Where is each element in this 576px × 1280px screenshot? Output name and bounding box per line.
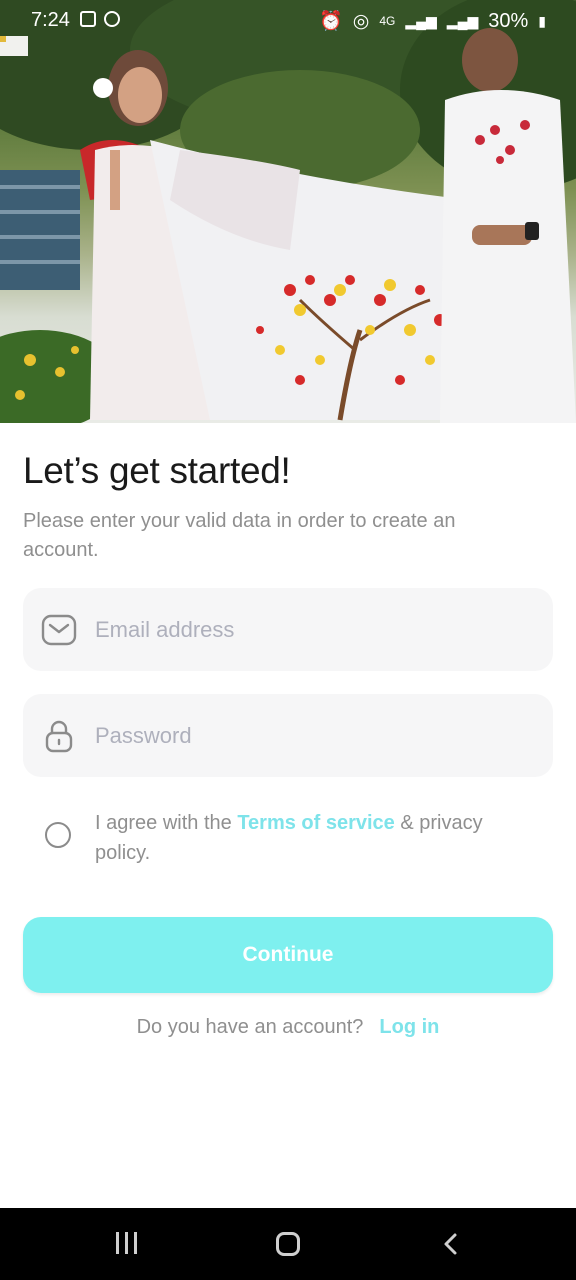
- password-input[interactable]: [95, 694, 535, 777]
- download-icon: [104, 11, 120, 27]
- email-field[interactable]: [23, 588, 553, 671]
- gallery-icon: [80, 11, 96, 27]
- status-bar: 7:24 ⏰ ◎ 4G ▂▄▆ ▂▄▆ 30% ▮: [0, 0, 576, 40]
- battery-level: 30%: [488, 9, 529, 32]
- password-field[interactable]: [23, 694, 553, 777]
- continue-button[interactable]: Continue: [23, 917, 553, 993]
- home-icon[interactable]: [276, 1232, 300, 1256]
- back-icon[interactable]: [440, 1232, 464, 1256]
- agree-text: I agree with the Terms of service & priv…: [95, 808, 535, 868]
- hero-image: 7:24 ⏰ ◎ 4G ▂▄▆ ▂▄▆ 30% ▮: [0, 0, 576, 423]
- page-subtitle: Please enter your valid data in order to…: [23, 510, 456, 561]
- system-icons: ⏰ ◎ 4G ▂▄▆ ▂▄▆ 30% ▮: [319, 9, 546, 33]
- hotspot-icon: ◎: [352, 10, 370, 32]
- lock-icon: [45, 720, 73, 753]
- agree-checkbox[interactable]: [45, 822, 71, 848]
- signal-icon-2: ▂▄▆: [446, 12, 479, 29]
- agree-prefix: I agree with the: [95, 812, 238, 834]
- login-prompt: Do you have an account?: [136, 1016, 364, 1038]
- email-input[interactable]: [95, 588, 535, 671]
- network-type: 4G: [379, 14, 396, 28]
- battery-icon: ▮: [538, 12, 546, 29]
- signal-icon: ▂▄▆: [405, 12, 437, 29]
- recent-apps-icon[interactable]: [116, 1232, 137, 1254]
- login-link[interactable]: Log in: [379, 1016, 439, 1038]
- notification-icons: [80, 11, 120, 27]
- mail-icon: [41, 614, 77, 646]
- login-prompt-row: Do you have an account? Log in: [0, 1016, 576, 1039]
- status-time: 7:24: [31, 9, 70, 31]
- alarm-icon: ⏰: [319, 11, 343, 32]
- hero-photo: [0, 0, 576, 423]
- system-nav-bar: [0, 1208, 576, 1280]
- terms-link[interactable]: Terms of service: [237, 812, 395, 834]
- page-title: Let’s get started!: [23, 450, 291, 491]
